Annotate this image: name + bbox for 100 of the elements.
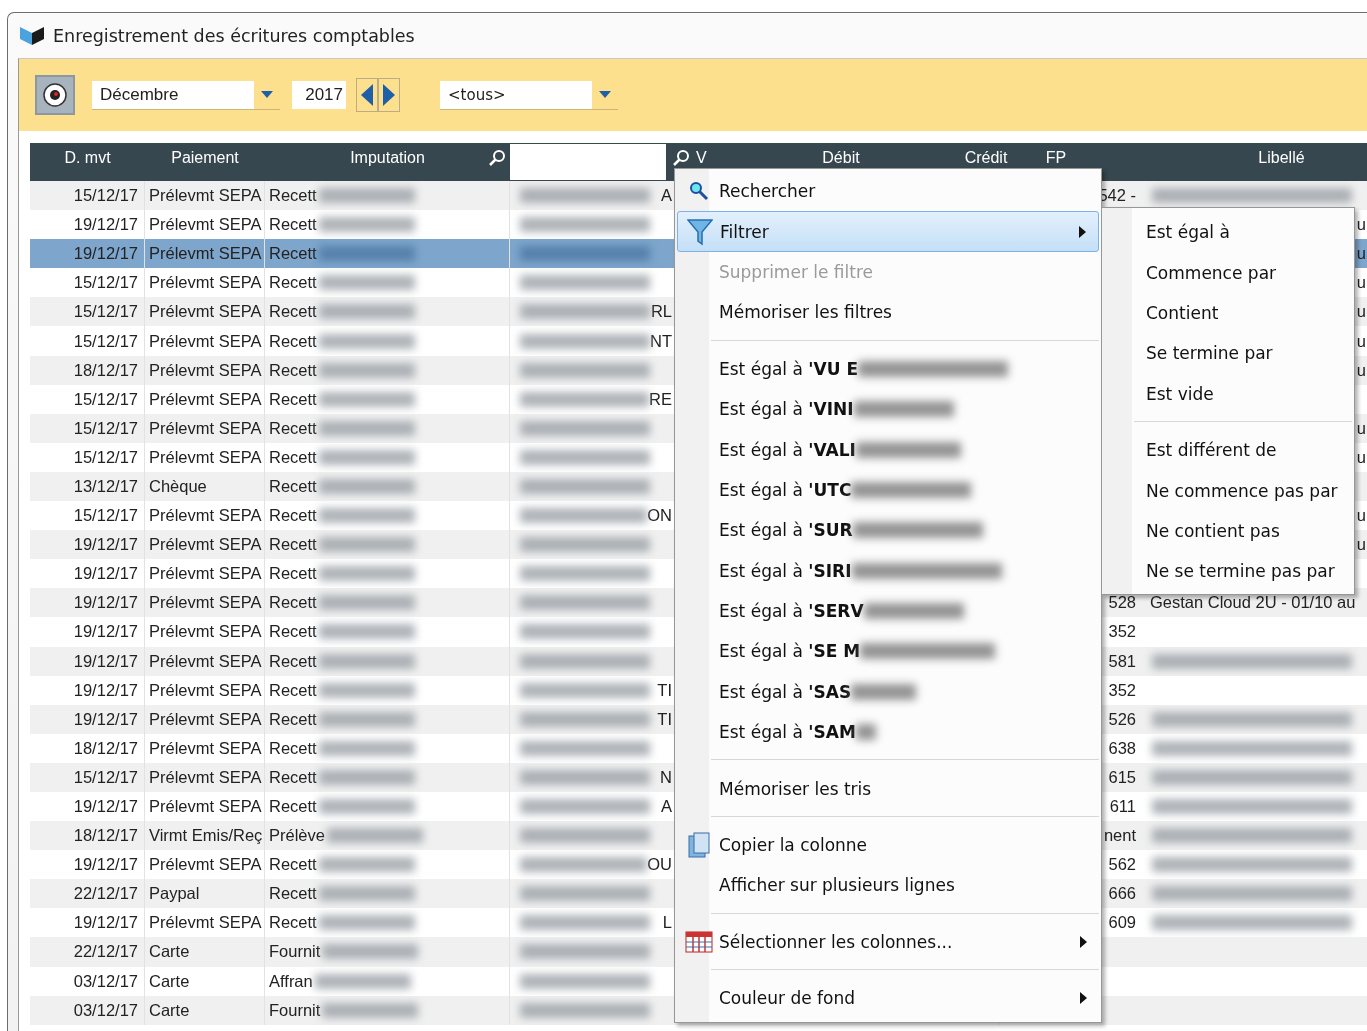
table-cell: 19/12/17: [73, 593, 138, 613]
table-cell: 15/12/17: [73, 273, 138, 293]
table-cell: Fournit: [269, 942, 321, 962]
table-cell: Recett: [269, 564, 317, 584]
table-cell: Recett: [269, 302, 317, 322]
table-cell: Prélevmt SEPA: [149, 564, 262, 584]
table-cell: 15/12/17: [73, 302, 138, 322]
table-cell: Recett: [269, 913, 317, 933]
table-cell: Recett: [269, 360, 317, 380]
table-cell: u: [1356, 215, 1366, 235]
table-cell: 638: [1108, 738, 1136, 758]
table-cell: Recett: [269, 622, 317, 642]
table-cell: 528: [1108, 593, 1136, 613]
table-cell: Recett: [269, 767, 317, 787]
table-cell: u: [1356, 535, 1366, 555]
table-cell: TI: [657, 680, 672, 700]
table-cell: Paypal: [149, 884, 200, 904]
window-title: Enregistrement des écritures comptables: [53, 25, 415, 46]
table-cell: Carte: [149, 1000, 190, 1020]
table-cell: TI: [657, 709, 672, 729]
table-cell: ON: [647, 506, 672, 526]
table-cell: 562: [1108, 855, 1136, 875]
table-cell: Prélevmt SEPA: [149, 360, 262, 380]
table-cell: A: [661, 186, 672, 206]
table-cell: OU: [647, 855, 672, 875]
table-cell: Recett: [269, 215, 317, 235]
table-cell: 15/12/17: [73, 506, 138, 526]
table-cell: Recett: [269, 331, 317, 351]
table-cell: Prélevmt SEPA: [149, 506, 262, 526]
table-cell: Recett: [269, 273, 317, 293]
table-cell: 18/12/17: [73, 360, 138, 380]
table-cell: 19/12/17: [73, 564, 138, 584]
table-cell: 13/12/17: [73, 477, 138, 496]
table-cell: nent: [1103, 826, 1136, 846]
table-cell: 03/12/17: [73, 1000, 138, 1020]
table-cell: 526: [1108, 709, 1136, 729]
table-cell: Carte: [149, 942, 190, 962]
table-cell: Chèque: [149, 477, 207, 496]
table-cell: 666: [1108, 884, 1136, 904]
table-cell: 18/12/17: [73, 826, 138, 846]
table-cell: 19/12/17: [73, 244, 138, 264]
table-cell: Recett: [269, 855, 317, 875]
table-cell: Prélevmt SEPA: [149, 389, 262, 409]
table-cell: 15/12/17: [73, 331, 138, 351]
table-cell: A: [661, 797, 672, 816]
table-cell: u: [1356, 418, 1366, 438]
table-cell: 615: [1108, 767, 1136, 787]
table-cell: 611: [1109, 797, 1136, 816]
table-cell: u: [1356, 360, 1366, 380]
table-cell: Prélevmt SEPA: [149, 331, 262, 351]
table-cell: N: [660, 767, 672, 787]
table-cell: Prélevmt SEPA: [149, 709, 262, 729]
table-cell: 19/12/17: [73, 535, 138, 555]
table-cell: Recett: [269, 186, 317, 206]
table-cell: Prélevmt SEPA: [149, 447, 262, 467]
table-cell: Affran: [269, 971, 313, 991]
table-cell: 15/12/17: [73, 418, 138, 438]
table-cell: Recett: [269, 884, 317, 904]
table-cell: Prélève: [269, 826, 325, 846]
table-cell: Recett: [269, 418, 317, 438]
table-cell: u: [1356, 244, 1366, 264]
table-cell: u: [1356, 331, 1366, 351]
table-cell: 352: [1108, 622, 1136, 642]
table-cell: Recett: [269, 506, 317, 526]
table-cell: 19/12/17: [73, 680, 138, 700]
table-cell: Prélevmt SEPA: [149, 913, 262, 933]
table-cell: 15/12/17: [73, 447, 138, 467]
table-cell: 19/12/17: [73, 622, 138, 642]
table-cell: u: [1356, 302, 1366, 322]
table-cell: Recett: [269, 797, 317, 816]
table-cell: Gestan Cloud 2U - 01/10 au: [1150, 593, 1356, 613]
table-cell: RE: [649, 389, 672, 409]
table-cell: u: [1356, 447, 1366, 467]
table-cell: Prélevmt SEPA: [149, 593, 262, 613]
table-cell: Prélevmt SEPA: [149, 535, 262, 555]
table-cell: 22/12/17: [73, 884, 138, 904]
table-cell: Recett: [269, 244, 317, 264]
table-cell: Recett: [269, 709, 317, 729]
table-cell: 18/12/17: [73, 738, 138, 758]
table-cell: NT: [650, 331, 672, 351]
table-cell: 19/12/17: [73, 913, 138, 933]
table-cell: Prélevmt SEPA: [149, 797, 262, 816]
table-cell: Carte: [149, 971, 190, 991]
table-cell: Prélevmt SEPA: [149, 738, 262, 758]
table-cell: Recett: [269, 651, 317, 671]
table-cell: 19/12/17: [73, 797, 138, 816]
table-cell: Prélevmt SEPA: [149, 651, 262, 671]
table-cell: 352: [1108, 680, 1136, 700]
table-cell: Prélevmt SEPA: [149, 680, 262, 700]
table-cell: 581: [1108, 651, 1136, 671]
table-cell: Recett: [269, 738, 317, 758]
table-cell: Virmt Emis/Reç: [149, 826, 263, 846]
table-cell: Prélevmt SEPA: [149, 215, 262, 235]
table-cell: 19/12/17: [73, 709, 138, 729]
table-cell: Prélevmt SEPA: [149, 273, 262, 293]
table-cell: 03/12/17: [73, 971, 138, 991]
table-cell: 19/12/17: [73, 855, 138, 875]
table-cell: Prélevmt SEPA: [149, 244, 262, 264]
table-cell: Prélevmt SEPA: [149, 302, 262, 322]
table-cell: Prélevmt SEPA: [149, 186, 262, 206]
